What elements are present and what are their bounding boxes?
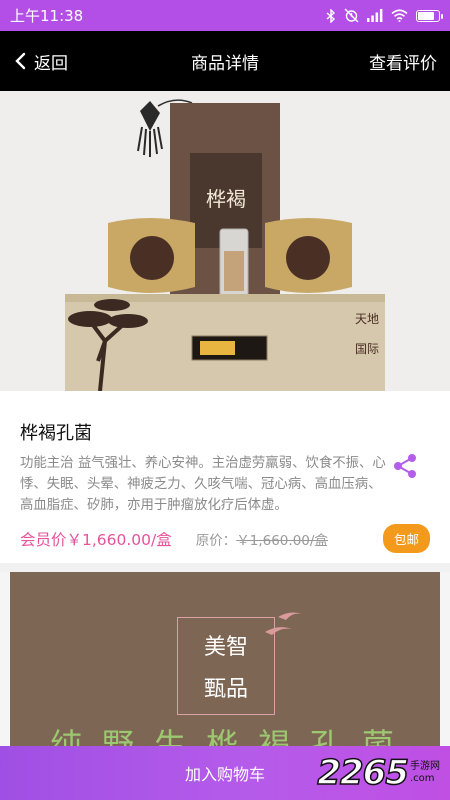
brand-stamp: 美智 甄品 (177, 617, 275, 715)
chevron-left-icon (15, 52, 26, 70)
watermark-text: 手游网 .com (410, 761, 440, 785)
brand-line-1: 美智 (203, 635, 248, 660)
svg-text:国际: 国际 (355, 342, 379, 356)
price-row: 会员价￥1,660.00/盒 原价： ￥1,660.00/盒 包邮 (20, 524, 430, 553)
product-info: 桦褐孔菌 功能主治 益气强壮、养心安神。主治虚劳羸弱、饮食不振、心悸、失眠、头晕… (0, 391, 450, 563)
product-image[interactable]: 桦褐 天地 国际 (0, 91, 450, 391)
original-price: ￥1,660.00/盒 (236, 533, 328, 549)
section-divider (0, 563, 450, 572)
brand-line-2: 甄品 (203, 677, 248, 702)
free-shipping-badge: 包邮 (382, 524, 430, 553)
alarm-off-icon (344, 8, 359, 23)
bluetooth-icon (326, 8, 336, 23)
member-price: 会员价￥1,660.00/盒 (20, 531, 172, 549)
back-button[interactable]: 返回 (14, 31, 68, 91)
title-bar: 返回 商品详情 查看评价 (0, 31, 450, 91)
svg-text:桦褐: 桦褐 (206, 187, 246, 211)
watermark-site-name: 手游网 (410, 761, 440, 772)
watermark-domain: .com (410, 773, 435, 784)
detail-image: 美智 甄品 纯野生桦褐孔菌 (0, 572, 450, 746)
back-label: 返回 (34, 53, 68, 74)
product-description: 功能主治 益气强壮、养心安神。主治虚劳羸弱、饮食不振、心悸、失眠、头晕、神疲乏力… (20, 456, 386, 513)
battery-level (418, 11, 434, 20)
view-reviews-button[interactable]: 查看评价 (369, 31, 437, 91)
product-photo: 桦褐 天地 国际 (0, 91, 450, 391)
signal-icon (367, 9, 383, 22)
svg-text:天地: 天地 (355, 312, 379, 326)
product-name: 桦褐孔菌 (20, 423, 92, 444)
status-icons (326, 8, 443, 23)
detail-slogan: 纯野生桦褐孔菌 (50, 726, 415, 746)
add-to-cart-label: 加入购物车 (184, 765, 265, 784)
wifi-icon (391, 9, 408, 22)
status-bar: 上午11:38 (0, 0, 450, 31)
battery-icon (416, 9, 443, 22)
share-icon[interactable] (390, 451, 420, 481)
watermark-number: 2265 (317, 752, 410, 794)
detail-banner: 美智 甄品 纯野生桦褐孔菌 (10, 572, 440, 746)
original-price-label: 原价： (195, 533, 237, 549)
status-time: 上午11:38 (10, 7, 84, 25)
site-watermark: 2265 手游网 .com (317, 746, 440, 800)
